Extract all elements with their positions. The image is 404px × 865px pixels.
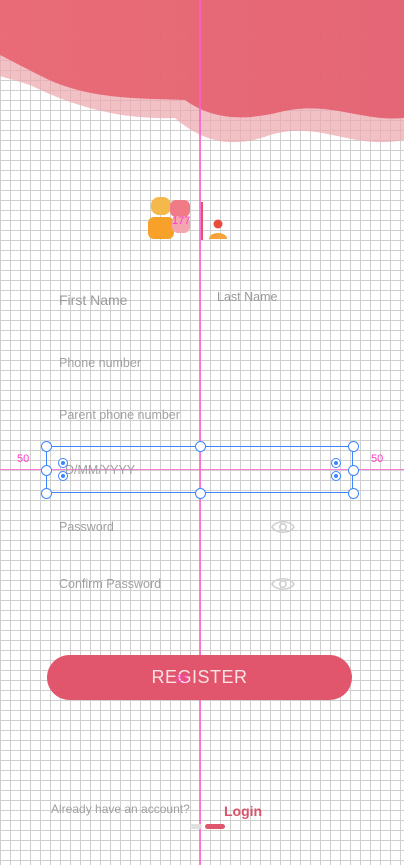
page-indicator xyxy=(190,824,225,829)
resize-handle-tr[interactable] xyxy=(348,441,359,452)
register-measure-badge: 85 xyxy=(176,673,189,685)
resize-handle-mr[interactable] xyxy=(348,465,359,476)
resize-handle-br[interactable] xyxy=(348,488,359,499)
parent-phone-placeholder: Parent phone number xyxy=(59,408,180,422)
already-account-text: Already have an account? xyxy=(51,802,190,816)
login-link[interactable]: Login xyxy=(224,803,262,819)
last-name-placeholder: Last Name xyxy=(217,290,278,304)
last-name-field[interactable]: Last Name xyxy=(217,290,277,304)
constraint-icon[interactable] xyxy=(58,458,68,468)
password-placeholder: Password xyxy=(59,520,114,534)
constraint-icon[interactable] xyxy=(331,471,341,481)
first-name-placeholder: First Name xyxy=(59,292,128,308)
header-wave xyxy=(0,0,404,143)
register-label: REGISTER xyxy=(151,667,248,687)
constraint-icon[interactable] xyxy=(58,471,68,481)
resize-handle-tl[interactable] xyxy=(41,441,52,452)
first-name-field[interactable]: First Name xyxy=(48,278,198,322)
eye-icon[interactable] xyxy=(271,519,295,535)
confirm-password-field[interactable]: Confirm Password xyxy=(48,562,353,606)
confirm-password-placeholder: Confirm Password xyxy=(59,577,162,591)
resize-handle-ml[interactable] xyxy=(41,465,52,476)
selection-box xyxy=(46,446,353,493)
register-button[interactable]: REGISTER xyxy=(47,655,352,700)
phone-field[interactable]: Phone number xyxy=(48,341,353,385)
page-dot xyxy=(190,824,202,829)
phone-placeholder: Phone number xyxy=(59,356,142,370)
logo-measure-badge: 177 xyxy=(172,215,191,227)
guide-right-value: 50 xyxy=(371,453,384,465)
resize-handle-bl[interactable] xyxy=(41,488,52,499)
page-dot-active xyxy=(205,824,225,829)
guide-left-value: 50 xyxy=(17,453,30,465)
constraint-icon[interactable] xyxy=(331,458,341,468)
resize-handle-tc[interactable] xyxy=(195,441,206,452)
password-field[interactable]: Password xyxy=(48,505,353,549)
eye-icon[interactable] xyxy=(271,576,295,592)
parent-phone-field[interactable]: Parent phone number xyxy=(48,393,353,437)
resize-handle-bc[interactable] xyxy=(195,488,206,499)
